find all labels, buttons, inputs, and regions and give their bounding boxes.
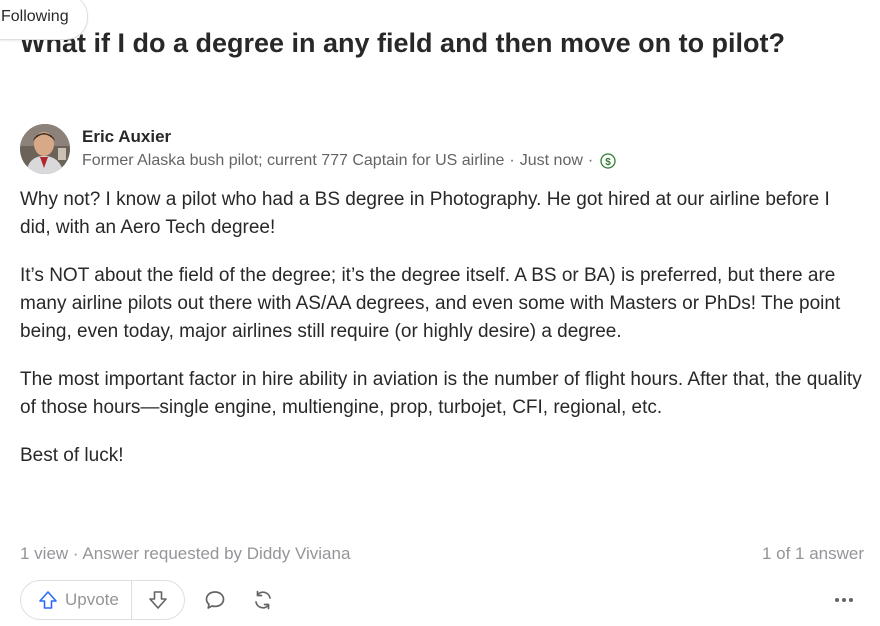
avatar-image xyxy=(20,124,70,174)
author-name[interactable]: Eric Auxier xyxy=(82,125,616,149)
answer-paragraph: It’s NOT about the field of the degree; … xyxy=(20,265,841,342)
answer-page: Following What if I do a degree in any f… xyxy=(0,0,880,626)
answer-paragraph: Why not? I know a pilot who had a BS deg… xyxy=(20,189,830,238)
answer-timestamp[interactable]: Just now xyxy=(520,149,583,173)
svg-text:$: $ xyxy=(605,157,611,168)
vote-group: Upvote xyxy=(20,580,185,620)
upvote-button[interactable]: Upvote xyxy=(21,581,132,619)
avatar[interactable] xyxy=(20,124,70,174)
share-icon xyxy=(255,590,271,610)
separator: · xyxy=(587,152,594,169)
arrow-up-icon xyxy=(39,591,57,609)
more-options-button[interactable] xyxy=(824,580,864,620)
share-button[interactable] xyxy=(243,580,283,620)
answer-stats: 1 view · Answer requested by Diddy Vivia… xyxy=(20,544,864,564)
author-credential[interactable]: Former Alaska bush pilot; current 777 Ca… xyxy=(82,149,504,173)
separator: · xyxy=(509,152,515,169)
author-header: Eric Auxier Former Alaska bush pilot; cu… xyxy=(20,124,616,174)
following-button[interactable]: Following xyxy=(0,0,88,40)
answer-counter: 1 of 1 answer xyxy=(761,544,864,563)
more-horizontal-icon xyxy=(835,598,853,602)
view-count[interactable]: 1 view · Answer requested by Diddy Vivia… xyxy=(20,544,350,564)
following-label: Following xyxy=(1,8,69,25)
question-title[interactable]: What if I do a degree in any field and t… xyxy=(20,24,860,62)
upvote-label: Upvote xyxy=(65,590,119,609)
comment-button[interactable] xyxy=(195,580,235,620)
answer-paragraph: The most important factor in hire abilit… xyxy=(20,369,862,418)
answer-paragraph: Best of luck! xyxy=(20,445,124,466)
dollar-circle-icon: $ xyxy=(600,153,616,169)
downvote-button[interactable] xyxy=(132,581,184,619)
action-bar: Upvote xyxy=(20,580,864,620)
author-credential-row: Former Alaska bush pilot; current 777 Ca… xyxy=(82,149,616,173)
comment-icon xyxy=(205,591,225,609)
answer-body: Why not? I know a pilot who had a BS deg… xyxy=(20,186,865,490)
arrow-down-icon xyxy=(149,591,167,609)
